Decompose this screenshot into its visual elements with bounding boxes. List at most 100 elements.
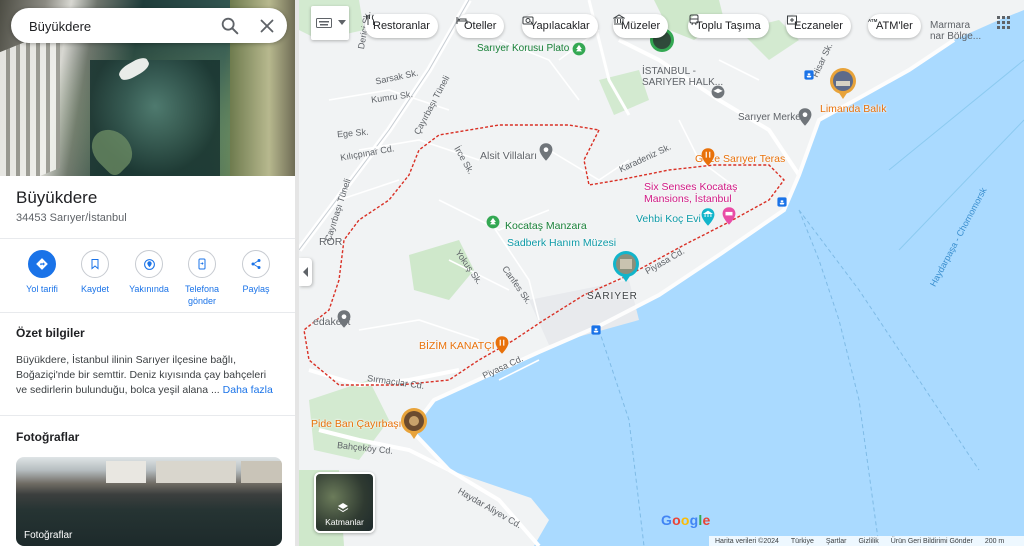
label-vehbi-koc-evi[interactable]: Vehbi Koç Evi (636, 213, 701, 225)
pin-restaurant-icon[interactable] (701, 148, 715, 166)
search-input[interactable] (27, 8, 211, 45)
search-box[interactable] (11, 8, 287, 45)
chip-museums[interactable]: Müzeler (613, 14, 669, 38)
pin-hotel-icon[interactable] (722, 207, 736, 225)
nearby-button[interactable]: Yakınında (123, 250, 175, 295)
chip-label: Eczaneler (794, 20, 843, 32)
photo-building (156, 461, 236, 483)
divider (0, 415, 295, 416)
footer-feedback[interactable]: Ürün Geri Bildirimi Gönder (891, 538, 973, 545)
nearby-label: Yakınında (129, 284, 169, 294)
chip-label: ATM'ler (876, 20, 913, 32)
label-limanda-balik[interactable]: Limanda Balık (820, 103, 887, 115)
chevron-left-icon (303, 267, 308, 277)
nearby-icon (135, 250, 163, 278)
label-kocatas-manzara[interactable]: Kocataş Manzara (505, 220, 587, 232)
chip-atms[interactable]: ATM ATM'ler (868, 14, 921, 38)
divider (0, 238, 295, 239)
pin-alsit-villalari-icon[interactable] (539, 143, 553, 161)
bookmark-icon (81, 250, 109, 278)
divider (0, 312, 295, 313)
send-to-phone-label: Telefona gönder (184, 284, 220, 306)
label-istanbul-sariyer[interactable]: İSTANBUL - (642, 66, 696, 77)
chip-label: Restoranlar (373, 20, 430, 32)
label-alsit-villalari[interactable]: Alsit Villaları (480, 150, 537, 162)
svg-text:ATM: ATM (868, 18, 878, 23)
share-button[interactable]: Paylaş (230, 250, 282, 295)
label-sariyer-merkez[interactable]: Sarıyer Merkez (738, 112, 806, 123)
phone-icon (188, 250, 216, 278)
chip-transit[interactable]: Toplu Taşıma (688, 14, 769, 38)
ferry-stop-icon[interactable] (591, 325, 601, 335)
fork-knife-icon (366, 14, 374, 25)
map-canvas[interactable]: Sarıyer Korusu Plato İSTANBUL - SARIYER … (299, 0, 1024, 546)
close-icon[interactable] (256, 15, 278, 37)
label-marmara[interactable]: Marmara (930, 20, 970, 31)
search-icon[interactable] (219, 15, 241, 37)
pharmacy-icon (787, 15, 797, 25)
chip-hotels[interactable]: Oteller (456, 14, 505, 38)
footer-privacy[interactable]: Gizlilik (858, 538, 878, 545)
pin-park-icon[interactable] (486, 215, 500, 229)
more-link[interactable]: Daha fazla (223, 384, 273, 396)
atm-icon: ATM (868, 18, 878, 23)
transit-icon (689, 14, 699, 26)
place-panel: Büyükdere 34453 Sarıyer/İstanbul Yol tar… (0, 0, 295, 546)
footer-country[interactable]: Türkiye (791, 538, 814, 545)
camera-icon (522, 16, 534, 25)
chip-restaurants[interactable]: Restoranlar (365, 14, 438, 38)
label-sariyer[interactable]: SARIYER (587, 291, 638, 302)
directions-icon (28, 250, 56, 278)
summary-title: Özet bilgiler (16, 326, 85, 340)
place-address: 34453 Sarıyer/İstanbul (16, 212, 127, 224)
place-title: Büyükdere (16, 188, 98, 207)
directions-label: Yol tarifi (26, 284, 58, 294)
label-marmara-2[interactable]: nar Bölge... (930, 31, 981, 42)
pin-restaurant-icon[interactable] (495, 336, 509, 354)
chip-label: Oteller (464, 20, 497, 32)
directions-button[interactable]: Yol tarifi (16, 250, 68, 295)
label-six-senses[interactable]: Six Senses Kocataş (644, 181, 737, 193)
photos-caption: Fotoğraflar (24, 530, 73, 541)
photo-building (241, 461, 282, 483)
layers-button[interactable]: Katmanlar (314, 472, 375, 533)
save-button[interactable]: Kaydet (69, 250, 121, 295)
label-pide-ban[interactable]: Pide Ban Çayırbaşı (311, 418, 401, 430)
label-sariyer-korusu[interactable]: Sarıyer Korusu Plato (477, 43, 569, 54)
footer-terms[interactable]: Şartlar (826, 538, 847, 545)
apps-grid-icon[interactable] (997, 16, 1011, 30)
pin-museum-icon[interactable] (701, 208, 715, 226)
layers-label: Katmanlar (325, 517, 364, 527)
hero-railing (0, 27, 60, 176)
google-logo: Google (661, 512, 710, 528)
collapse-panel-button[interactable] (299, 258, 312, 286)
chip-pharmacies[interactable]: Eczaneler (786, 14, 851, 38)
chip-label: Toplu Taşıma (696, 20, 761, 32)
chevron-down-icon (338, 20, 346, 25)
photo-pin-limanda-icon[interactable] (829, 67, 857, 99)
chip-things-to-do[interactable]: Yapılacaklar (522, 14, 598, 38)
photos-thumbnail[interactable]: Fotoğraflar (16, 457, 282, 546)
footer-scale[interactable]: 200 m (985, 538, 1004, 545)
photo-pin-pide-ban-icon[interactable] (400, 407, 428, 439)
label-six-senses-2[interactable]: Mansions, İstanbul (644, 193, 732, 205)
keyboard-icon (316, 18, 332, 28)
chip-label: Yapılacaklar (530, 20, 590, 32)
pin-school-icon[interactable] (711, 85, 725, 99)
label-sadberk-hanim[interactable]: Sadberk Hanım Müzesi (507, 237, 616, 249)
label-bizim-kanatci[interactable]: BİZİM KANATÇI (419, 340, 495, 352)
photo-pin-sadberk-icon[interactable] (612, 250, 640, 282)
share-label: Paylaş (242, 284, 270, 294)
pin-park-icon[interactable] (572, 42, 586, 56)
chip-label: Müzeler (621, 20, 661, 32)
ferry-stop-icon[interactable] (804, 70, 814, 80)
keyboard-input-button[interactable] (311, 6, 349, 40)
layers-icon (337, 503, 349, 513)
pin-location-icon[interactable] (798, 108, 812, 126)
pin-sedakent-icon[interactable] (337, 310, 351, 328)
bed-icon (456, 17, 468, 24)
ferry-stop-icon[interactable] (777, 197, 787, 207)
save-label: Kaydet (80, 284, 110, 294)
send-to-phone-button[interactable]: Telefona gönder (176, 250, 228, 307)
footer-map-data: Harita verileri ©2024 (715, 537, 779, 545)
